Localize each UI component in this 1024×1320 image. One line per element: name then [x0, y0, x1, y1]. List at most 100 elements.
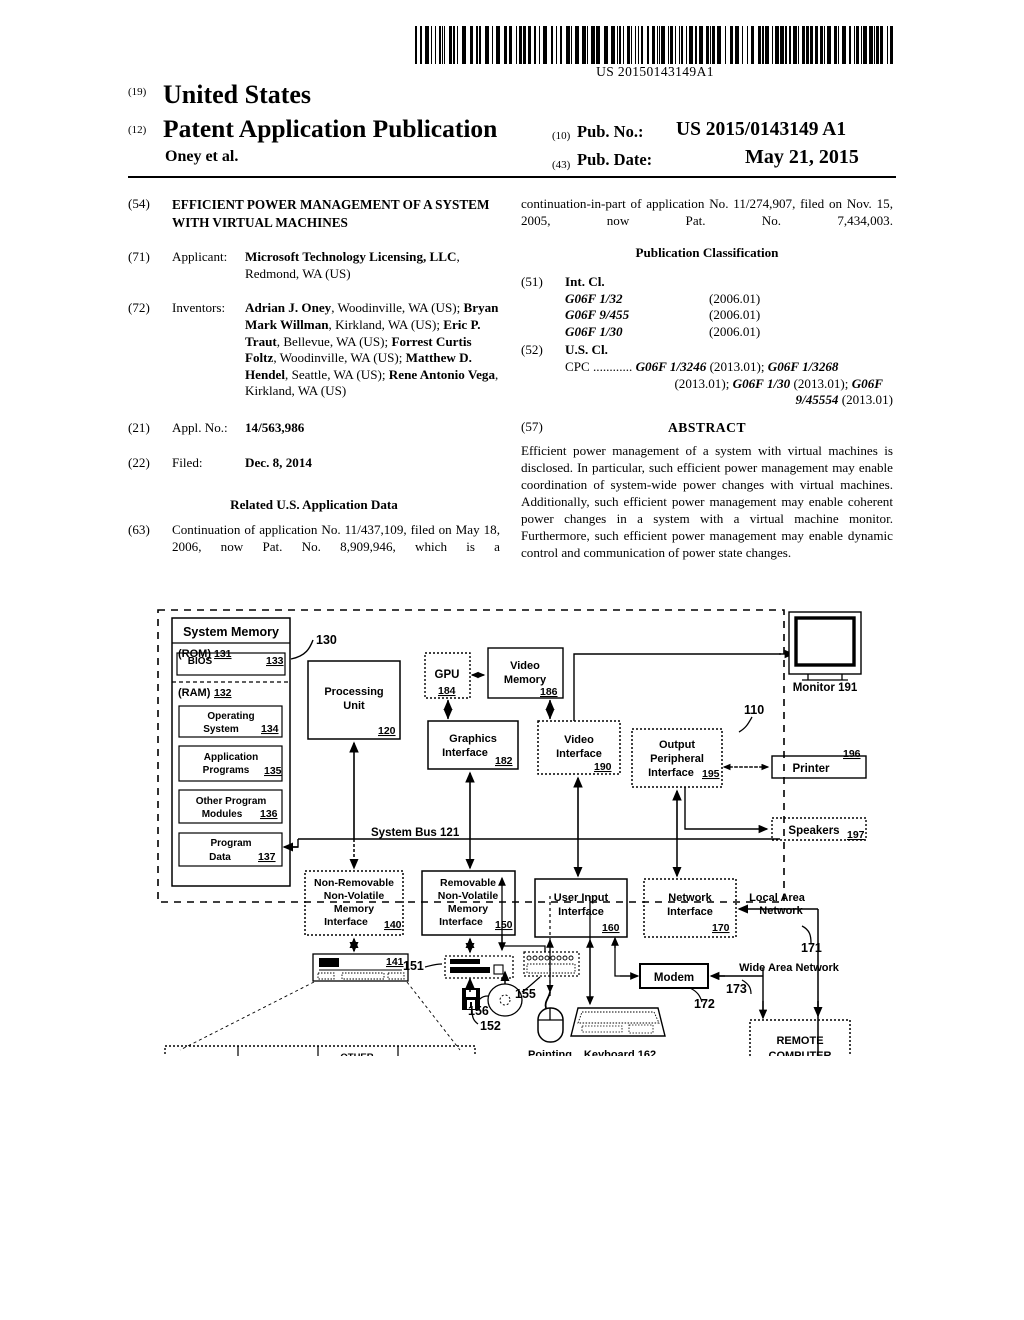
fig-label-uii-l2: Interface: [558, 906, 604, 918]
int-cl-code: G06F 9/455: [565, 307, 630, 323]
patent-front-page: US 20150143149A1 (19) United States (12)…: [0, 0, 1024, 1320]
fig-label-opi-l3: Interface: [648, 767, 694, 779]
fig-label-rnv-l1: Removable: [440, 877, 496, 889]
fig-label-keyboard: Keyboard 162: [584, 1049, 656, 1056]
right-column: continuation-in-part of application No. …: [521, 196, 893, 561]
fig-label-remote-l1: REMOTE: [776, 1035, 823, 1047]
fig-label-opm146-l1: OTHER: [340, 1052, 373, 1056]
country-name: United States: [163, 80, 312, 109]
inventor-location: , Seattle, WA (US);: [285, 366, 389, 382]
fig-label-monitor: Monitor 191: [793, 682, 858, 694]
pub-date-label: Pub. Date:: [577, 150, 653, 169]
field-52-code: (52): [521, 342, 543, 358]
fig-label-nrnv-l1: Non-Removable: [314, 877, 394, 889]
us-cl-label: U.S. Cl.: [565, 342, 608, 358]
fig-ref-190: 190: [594, 761, 612, 773]
header-divider: [128, 176, 896, 178]
fig-ref-196: 196: [843, 748, 861, 760]
code-10: (10): [552, 130, 571, 142]
code-43: (43): [552, 159, 571, 171]
field-54: (54) EFFICIENT POWER MANAGEMENT OF A SYS…: [128, 196, 500, 231]
field-63: (63) Continuation of application No. 11/…: [128, 522, 500, 555]
cpc-code-1: G06F 1/3246: [635, 358, 707, 374]
field-21-code: (21): [128, 420, 150, 436]
cpc-line-1: CPC ............ G06F 1/3246 (2013.01); …: [565, 358, 839, 374]
fig-label-opm-l2: Modules: [202, 809, 243, 820]
filed-value: Dec. 8, 2014: [245, 454, 312, 470]
fig-ref-141: 141: [386, 956, 404, 968]
fig-ref-172: 172: [694, 997, 715, 1011]
cpc-prefix: CPC ............: [565, 358, 633, 374]
inventor-location: , Woodinville, WA (US);: [273, 350, 406, 366]
barcode: [415, 26, 895, 64]
applicant-label: Applicant:: [172, 249, 228, 265]
fig-label-nrnv-l4: Interface: [324, 916, 368, 928]
inventor-location: , Bellevue, WA (US);: [276, 333, 392, 349]
related-data-heading: Related U.S. Application Data: [230, 497, 398, 513]
cpc-line-2: (2013.01); G06F 1/30 (2013.01); G06F: [674, 375, 883, 391]
int-cl-date: (2006.01): [709, 323, 761, 339]
applicant-value: Microsoft Technology Licensing, LLC, Red…: [245, 249, 460, 281]
int-cl-row: G06F 1/32 (2006.01): [521, 291, 893, 308]
abstract-text: Efficient power management of a system w…: [521, 443, 893, 561]
field-71-code: (71): [128, 249, 150, 265]
pub-number-value: US 2015/0143149 A1: [676, 119, 847, 140]
fig-ref-186: 186: [540, 686, 558, 698]
int-cl-list: G06F 1/32 (2006.01) G06F 9/455 (2006.01) G06…: [521, 291, 893, 341]
document-type: Patent Application Publication: [163, 114, 498, 143]
fig-label-app-l2: Programs: [203, 765, 250, 776]
field-71: (71) Applicant: Microsoft Technology Lic…: [128, 249, 500, 282]
left-column: (54) EFFICIENT POWER MANAGEMENT OF A SYS…: [128, 196, 500, 567]
fig-label-modem: Modem: [654, 972, 694, 984]
cpc-code-4: 9/45554: [795, 392, 839, 408]
pub-date-value: May 21, 2015: [745, 146, 859, 168]
field-52: (52) U.S. Cl. CPC ............ G06F 1/32…: [521, 342, 893, 409]
fig-label-ni-l1: Network: [668, 892, 712, 904]
appl-no-value: 14/563,986: [245, 420, 305, 436]
fig-label-rnv-l4: Interface: [439, 916, 483, 928]
fig-label-system-bus: System Bus 121: [371, 827, 460, 839]
fig-ref-152: 152: [480, 1019, 501, 1033]
fig-label-progdata-l1: Program: [210, 838, 251, 849]
fig-label-gfxif-l2: Interface: [442, 747, 488, 759]
fig-label-pointing-l1: Pointing: [528, 1049, 572, 1056]
fig-ref-136: 136: [260, 808, 278, 820]
fig-label-opi-l2: Peripheral: [650, 753, 704, 765]
int-cl-code: G06F 1/30: [565, 323, 623, 339]
fig-ref-133: 133: [266, 655, 284, 667]
fig-ref-170: 170: [712, 922, 730, 934]
field-72: (72) Inventors: Adrian J. Oney , Woodinvi…: [128, 300, 500, 400]
code-19: (19): [128, 86, 147, 98]
fig-label-printer: Printer: [792, 763, 830, 775]
fig-ref-160: 160: [602, 922, 620, 934]
fig-label-ni-l2: Interface: [667, 906, 713, 918]
fig-label-rom: (ROM): [178, 648, 211, 660]
inventor-name: Adrian J. Oney: [245, 300, 332, 316]
field-22: (22) Filed: Dec. 8, 2014: [128, 455, 500, 472]
fig-ref-195: 195: [702, 768, 720, 780]
fig-ref-197: 197: [847, 829, 865, 841]
fig-label-lan-l1: Local Area: [749, 892, 806, 904]
fig-ref-132: 132: [214, 687, 232, 699]
barcode-number-text: US 20150143149A1: [596, 64, 714, 79]
fig-label-rnv-l3: Memory: [448, 903, 488, 915]
fig-ref-130: 130: [316, 633, 337, 647]
fig-label-ram: (RAM): [178, 687, 211, 699]
fig-ref-131: 131: [214, 648, 232, 660]
fig-ref-150: 150: [495, 919, 513, 931]
cpc-line-3: 9/45554 (2013.01): [795, 392, 893, 408]
fig-ref-140: 140: [384, 919, 402, 931]
int-cl-label: Int. Cl.: [565, 273, 605, 289]
field-21: (21) Appl. No.: 14/563,986: [128, 420, 500, 437]
field-72-code: (72): [128, 300, 150, 316]
fig-ref-171: 171: [801, 941, 822, 955]
abstract-heading: ABSTRACT: [667, 419, 747, 435]
fig-label-gfxif-l1: Graphics: [449, 733, 497, 745]
field-57: (57) ABSTRACT: [521, 419, 893, 436]
inventors-label: Inventors:: [172, 300, 226, 316]
invention-title: EFFICIENT POWER MANAGEMENT OF A SYSTEM W…: [172, 197, 490, 230]
field-22-code: (22): [128, 454, 150, 470]
inventors-value: Adrian J. Oney, Woodinville, WA (US); Br…: [245, 300, 500, 400]
pub-classification-heading: Publication Classification: [635, 245, 779, 261]
field-57-code: (57): [521, 418, 543, 434]
